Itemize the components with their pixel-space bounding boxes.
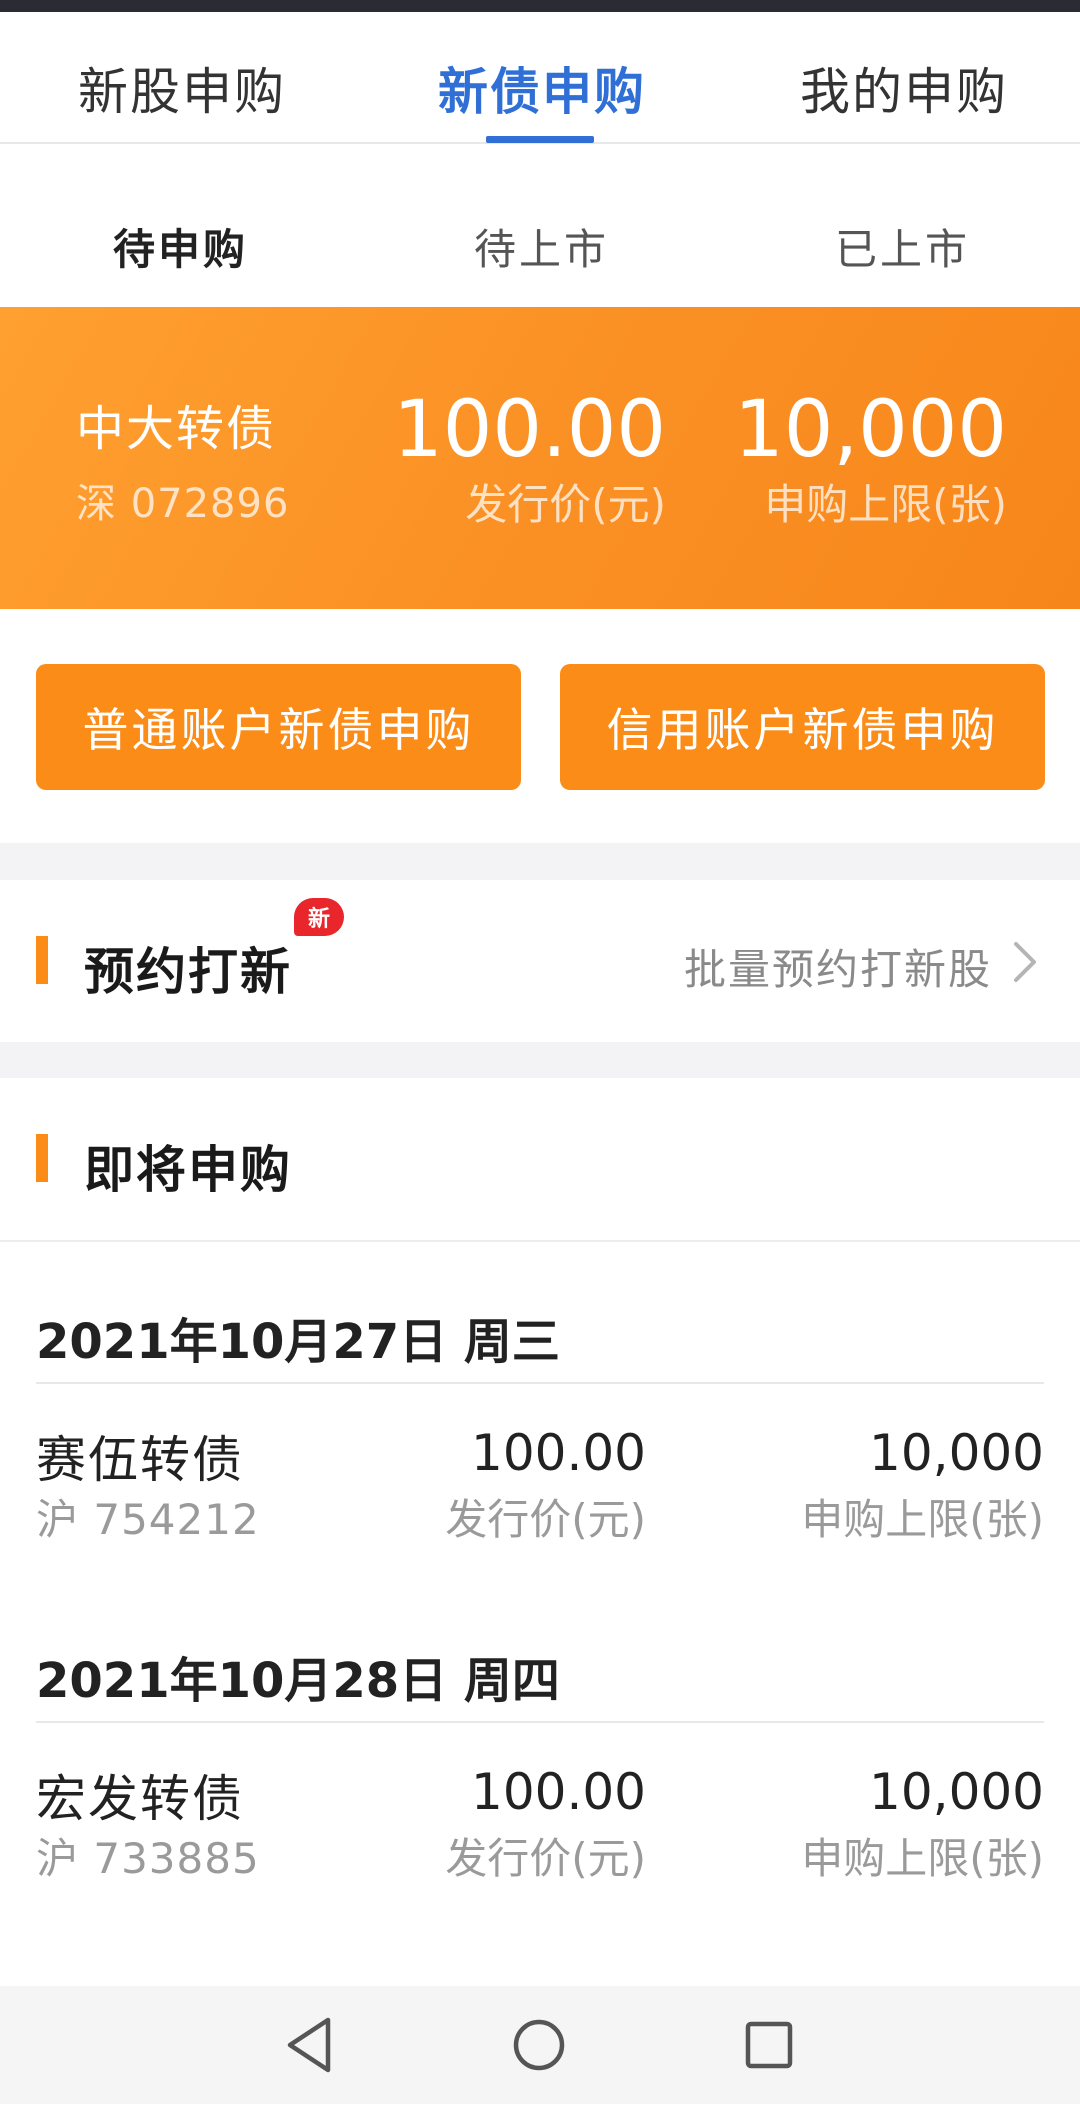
issue-price: 100.00 [471,1763,646,1821]
section-divider [0,843,1080,880]
upcoming-title: 即将申购 [84,1141,292,1199]
credit-account-subscribe-button[interactable]: 信用账户新债申购 [560,664,1045,790]
section-accent-bar [36,936,48,984]
bond-name: 宏发转债 [36,1770,244,1828]
tab-new-stock[interactable]: 新股申购 [78,52,286,124]
system-nav-bar [0,1986,1080,2104]
normal-account-subscribe-button[interactable]: 普通账户新债申购 [36,664,521,790]
square-recent-icon[interactable] [734,2012,804,2078]
bond-name: 赛伍转债 [36,1431,244,1489]
subscription-limit: 10,000 [869,1424,1044,1482]
active-tab-indicator [486,136,594,143]
status-bar [0,0,1080,12]
featured-bond-card[interactable]: 中大转债 深 072896 100.00 发行价(元) 10,000 申购上限(… [0,307,1080,609]
featured-issue-price-label: 发行价(元) [465,480,666,529]
upcoming-group: 2021年10月27日 周三 赛伍转债 沪 754212 100.00 发行价(… [0,1302,1080,1562]
bond-code: 沪 733885 [36,1834,260,1883]
subscription-limit-label: 申购上限(张) [801,1495,1044,1544]
subscription-limit-label: 申购上限(张) [801,1834,1044,1883]
upcoming-section-header: 即将申购 [0,1078,1080,1242]
subscription-limit: 10,000 [869,1763,1044,1821]
new-badge: 新 [294,898,344,936]
circle-home-icon[interactable] [504,2012,574,2078]
issue-price-label: 发行价(元) [445,1495,646,1544]
group-separator [36,1721,1044,1723]
subtab-awaiting-listing[interactable]: 待上市 [474,216,609,277]
group-date: 2021年10月27日 周三 [36,1314,560,1370]
tab-my-subscriptions[interactable]: 我的申购 [800,52,1008,124]
sub-tab-bar: 待申购 待上市 已上市 [0,146,1080,306]
featured-subscription-limit: 10,000 [734,385,1007,475]
chevron-right-icon[interactable] [1010,940,1040,984]
section-accent-bar [36,1134,48,1182]
featured-subscription-limit-label: 申购上限(张) [764,480,1007,529]
featured-issue-price: 100.00 [393,385,666,475]
group-separator [36,1382,1044,1384]
issue-price-label: 发行价(元) [445,1834,646,1883]
top-tab-bar: 新股申购 新债申购 我的申购 [0,12,1080,144]
subtab-listed[interactable]: 已上市 [835,216,970,277]
triangle-back-icon[interactable] [274,2012,344,2078]
subtab-pending[interactable]: 待申购 [113,216,248,277]
featured-bond-name: 中大转债 [76,401,277,457]
issue-price: 100.00 [471,1424,646,1482]
batch-reserve-link[interactable]: 批量预约打新股 [684,936,992,997]
section-divider [0,1042,1080,1078]
reserve-section[interactable]: 预约打新 新 批量预约打新股 [0,880,1080,1042]
bond-code: 沪 754212 [36,1495,260,1544]
tab-new-bond[interactable]: 新债申购 [438,52,646,124]
featured-bond-code: 深 072896 [76,481,290,527]
reserve-title: 预约打新 [84,943,292,1001]
upcoming-group: 2021年10月28日 周四 宏发转债 沪 733885 100.00 发行价(… [0,1641,1080,1901]
group-date: 2021年10月28日 周四 [36,1653,560,1709]
